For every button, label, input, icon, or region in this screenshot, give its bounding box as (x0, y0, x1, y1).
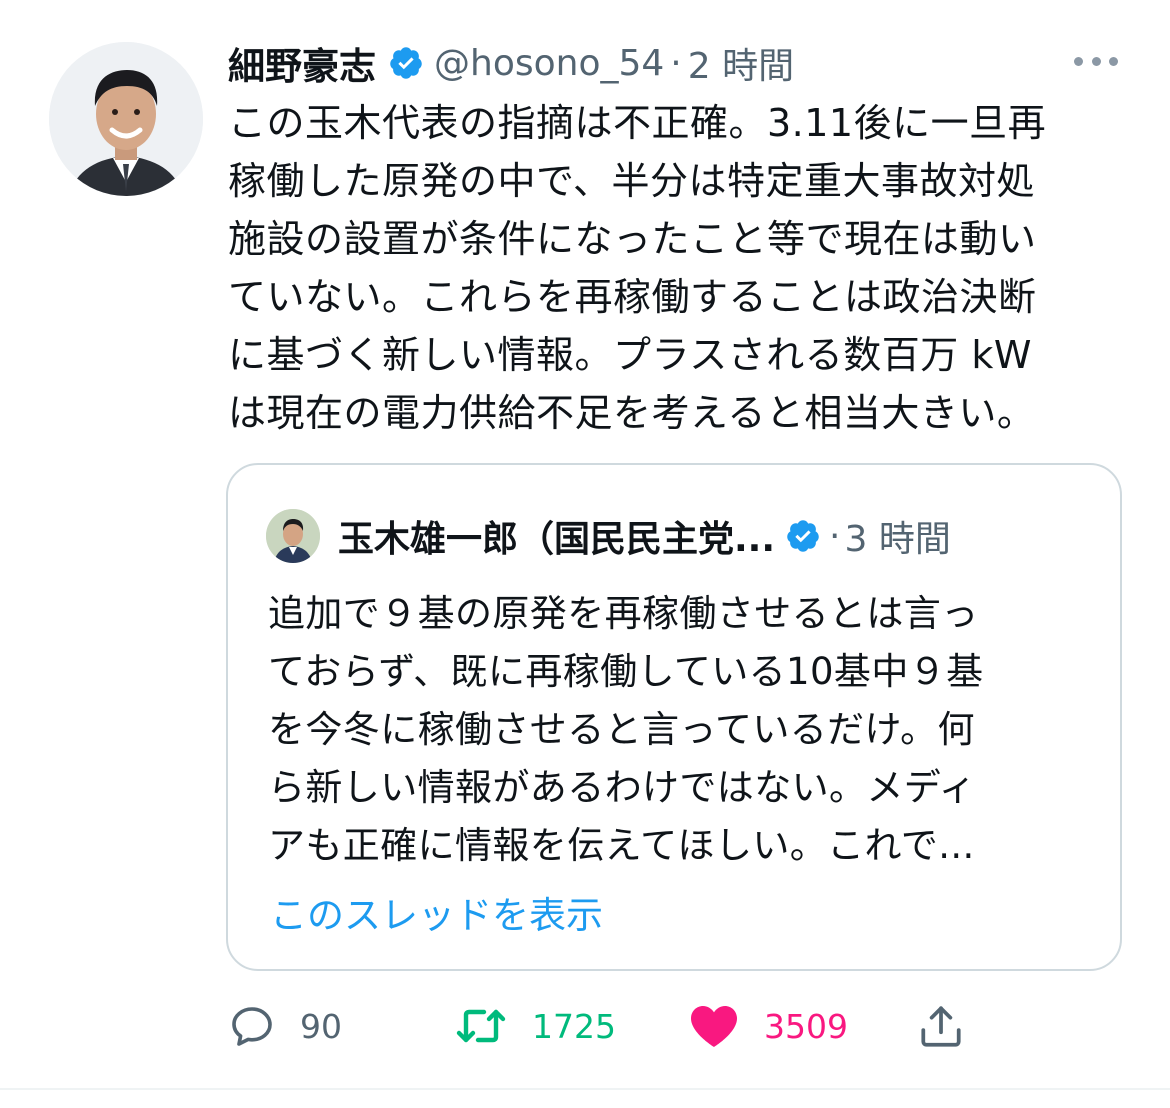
share-icon (916, 1001, 966, 1051)
quoted-author-avatar (266, 509, 320, 563)
quoted-tweet-text: 追加で９基の原発を再稼働させるとは言っ ておらず、既に再稼働している10基中９基… (268, 592, 984, 867)
verified-badge-icon (785, 518, 821, 554)
author-avatar[interactable] (49, 42, 203, 196)
like-count: 3509 (764, 1006, 848, 1046)
retweet-icon (454, 1002, 508, 1050)
reply-button[interactable]: 90 (228, 996, 342, 1056)
author-display-name[interactable]: 細野豪志 (228, 36, 376, 90)
tweet-actions: 90 1725 3509 (228, 996, 988, 1056)
tweet-text: この玉木代表の指摘は不正確。3.11後に一旦再 稼働した原発の中で、半分は特定重… (228, 101, 1047, 435)
author-handle[interactable]: @hosono_54 (434, 43, 664, 84)
like-button[interactable]: 3509 (688, 996, 848, 1056)
quoted-author-display-name: 玉木雄一郎（国民民主党... (338, 519, 776, 560)
quoted-header-separator: · (829, 515, 841, 557)
reply-count: 90 (300, 1006, 342, 1046)
quoted-tweet-timestamp: 3 時間 (844, 519, 951, 560)
retweet-button[interactable]: 1725 (454, 996, 616, 1056)
quoted-tweet[interactable]: 玉木雄一郎（国民民主党... · 3 時間 追加で９基の原発を再稼働させるとは言… (226, 463, 1122, 971)
tweet-header: 細野豪志 @hosono_54 · 2 時間 (228, 36, 794, 90)
verified-badge-icon (388, 45, 424, 81)
share-button[interactable] (916, 996, 966, 1056)
retweet-count: 1725 (532, 1006, 616, 1046)
more-icon[interactable] (1074, 47, 1118, 75)
header-separator: · (670, 42, 682, 84)
tweet-timestamp[interactable]: 2 時間 (688, 37, 794, 89)
reply-icon (228, 1002, 276, 1050)
quoted-tweet-header: 玉木雄一郎（国民民主党... · 3 時間 (266, 509, 951, 563)
heart-icon (688, 1002, 740, 1050)
tweet[interactable]: 細野豪志 @hosono_54 · 2 時間 この玉木代表の指摘は不正確。3.1… (0, 0, 1170, 1108)
show-thread-link[interactable]: このスレッドを表示 (270, 885, 603, 939)
tweet-divider (0, 1088, 1170, 1090)
